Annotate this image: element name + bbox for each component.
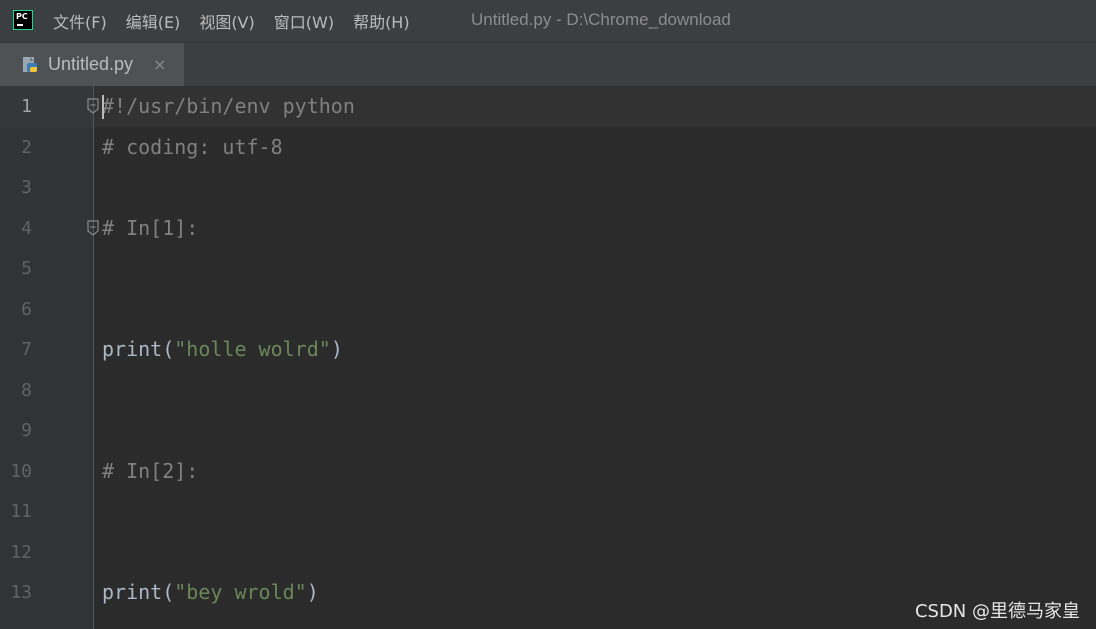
- line-number: 6: [21, 298, 32, 320]
- code-token: (: [162, 580, 175, 604]
- code-token: # coding: utf-8: [102, 134, 283, 159]
- tab-untitled-py[interactable]: Untitled.py ×: [0, 43, 184, 86]
- line-number: 1: [21, 96, 32, 117]
- editor-tab-bar: Untitled.py ×: [0, 42, 1096, 86]
- menu-file[interactable]: 文件(F): [53, 9, 107, 33]
- pycharm-logo-icon[interactable]: PC: [13, 10, 33, 30]
- line-number: 9: [21, 420, 32, 441]
- line-number: 12: [10, 541, 32, 563]
- code-token: (: [162, 337, 175, 361]
- code-line[interactable]: # coding: utf-8: [102, 135, 283, 159]
- line-number: 4: [21, 217, 32, 239]
- window-title: Untitled.py - D:\Chrome_download: [471, 10, 731, 29]
- line-number: 13: [10, 582, 32, 603]
- line-number: 8: [21, 379, 32, 401]
- code-line[interactable]: # In[1]:: [102, 216, 198, 240]
- close-icon[interactable]: ×: [153, 55, 166, 74]
- tab-label: Untitled.py: [48, 54, 134, 74]
- code-token: ): [330, 337, 343, 361]
- fold-marker-icon[interactable]: [86, 220, 100, 236]
- title-bar: PC 文件(F) 编辑(E) 视图(V) 窗口(W) 帮助(H) Untitle…: [0, 0, 1096, 42]
- code-token: print: [102, 580, 163, 604]
- line-number: 10: [10, 460, 32, 482]
- gutter-separator: [93, 86, 94, 629]
- code-token: print: [102, 337, 163, 361]
- line-number: 5: [21, 258, 32, 279]
- code-line[interactable]: print("bey wrold"): [102, 580, 319, 604]
- text-caret: [102, 95, 104, 119]
- watermark: CSDN @里德马家皇: [914, 601, 1080, 622]
- line-number: 11: [10, 501, 32, 522]
- menu-view[interactable]: 视图(V): [199, 9, 254, 33]
- code-line[interactable]: print("holle wolrd"): [102, 337, 343, 361]
- code-token: # In[1]:: [102, 215, 199, 240]
- fold-marker-icon[interactable]: [86, 98, 100, 114]
- menu-edit[interactable]: 编辑(E): [126, 9, 181, 33]
- code-editor[interactable]: 1 2 3 4 5 6 7 8 9 10 11 12 13 #!/usr/bin/env python #…: [0, 86, 1096, 629]
- line-number: 7: [21, 339, 32, 360]
- menu-bar: 文件(F) 编辑(E) 视图(V) 窗口(W) 帮助(H): [53, 0, 429, 42]
- code-token: #!/usr/bin/env python: [102, 94, 355, 118]
- python-file-icon: [23, 57, 37, 72]
- code-token: ): [306, 580, 319, 604]
- code-token: # In[2]:: [102, 458, 199, 483]
- line-number: 2: [21, 136, 32, 158]
- menu-window[interactable]: 窗口(W): [274, 9, 334, 33]
- line-number: 3: [21, 177, 32, 198]
- code-line[interactable]: #!/usr/bin/env python: [102, 94, 355, 118]
- code-token: "bey wrold": [174, 580, 307, 604]
- code-line[interactable]: # In[2]:: [102, 459, 198, 483]
- code-token: "holle wolrd": [174, 337, 331, 361]
- menu-help[interactable]: 帮助(H): [353, 9, 410, 33]
